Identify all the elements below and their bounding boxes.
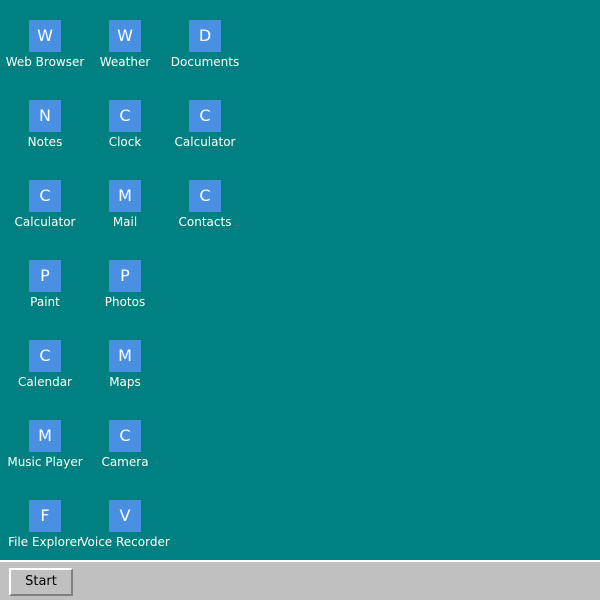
desktop-icon-mail[interactable]: M Mail: [80, 160, 160, 230]
desktop-icon-label: Music Player: [7, 455, 83, 469]
desktop-icon-notes[interactable]: N Notes: [0, 80, 80, 150]
desktop-icon-label: Calculator: [14, 215, 76, 229]
maps-icon: M: [109, 340, 141, 372]
desktop: W Web Browser W Weather D Documents N No…: [0, 0, 600, 560]
desktop-icon-label: Calculator: [174, 135, 236, 149]
desktop-icon-calculator-2[interactable]: C Calculator: [0, 160, 80, 230]
desktop-icon-web-browser[interactable]: W Web Browser: [0, 0, 84, 70]
desktop-icon-voice-recorder[interactable]: V Voice Recorder: [80, 480, 170, 550]
desktop-icon-label: Notes: [27, 135, 63, 149]
desktop-icon-maps[interactable]: M Maps: [80, 320, 160, 390]
desktop-icon-label: Mail: [112, 215, 138, 229]
desktop-icon-contacts[interactable]: C Contacts: [160, 160, 240, 230]
photos-icon: P: [109, 260, 141, 292]
desktop-icon-label: Camera: [101, 455, 149, 469]
desktop-icon-music-player[interactable]: M Music Player: [0, 400, 83, 470]
paint-icon: P: [29, 260, 61, 292]
calendar-icon: C: [29, 340, 61, 372]
desktop-icon-label: Maps: [109, 375, 141, 389]
mail-icon: M: [109, 180, 141, 212]
web-browser-icon: W: [29, 20, 61, 52]
desktop-icon-documents[interactable]: D Documents: [160, 0, 240, 70]
desktop-icon-label: Photos: [104, 295, 146, 309]
desktop-icon-label: Paint: [30, 295, 60, 309]
voice-recorder-icon: V: [109, 500, 141, 532]
desktop-icon-camera[interactable]: C Camera: [80, 400, 160, 470]
desktop-icon-label: Calendar: [18, 375, 72, 389]
weather-icon: W: [109, 20, 141, 52]
desktop-icon-clock[interactable]: C Clock: [80, 80, 160, 150]
documents-icon: D: [189, 20, 221, 52]
desktop-icon-file-explorer[interactable]: F File Explorer: [0, 480, 82, 550]
desktop-icon-label: Web Browser: [5, 55, 85, 69]
clock-icon: C: [109, 100, 141, 132]
desktop-icon-calculator[interactable]: C Calculator: [160, 80, 240, 150]
file-explorer-icon: F: [29, 500, 61, 532]
camera-icon: C: [109, 420, 141, 452]
desktop-icon-label: Voice Recorder: [80, 535, 170, 549]
desktop-icon-photos[interactable]: P Photos: [80, 240, 160, 310]
desktop-icon-label: Documents: [170, 55, 240, 69]
music-player-icon: M: [29, 420, 61, 452]
desktop-icon-paint[interactable]: P Paint: [0, 240, 80, 310]
desktop-icon-label: Clock: [108, 135, 142, 149]
taskbar: Start: [0, 560, 600, 600]
desktop-icon-label: File Explorer: [8, 535, 82, 549]
notes-icon: N: [29, 100, 61, 132]
desktop-icon-weather[interactable]: W Weather: [80, 0, 160, 70]
calculator-icon: C: [189, 100, 221, 132]
desktop-icon-label: Contacts: [178, 215, 232, 229]
contacts-icon: C: [189, 180, 221, 212]
desktop-icon-label: Weather: [99, 55, 151, 69]
desktop-icon-calendar[interactable]: C Calendar: [0, 320, 80, 390]
start-button[interactable]: Start: [9, 568, 73, 596]
calculator-icon: C: [29, 180, 61, 212]
